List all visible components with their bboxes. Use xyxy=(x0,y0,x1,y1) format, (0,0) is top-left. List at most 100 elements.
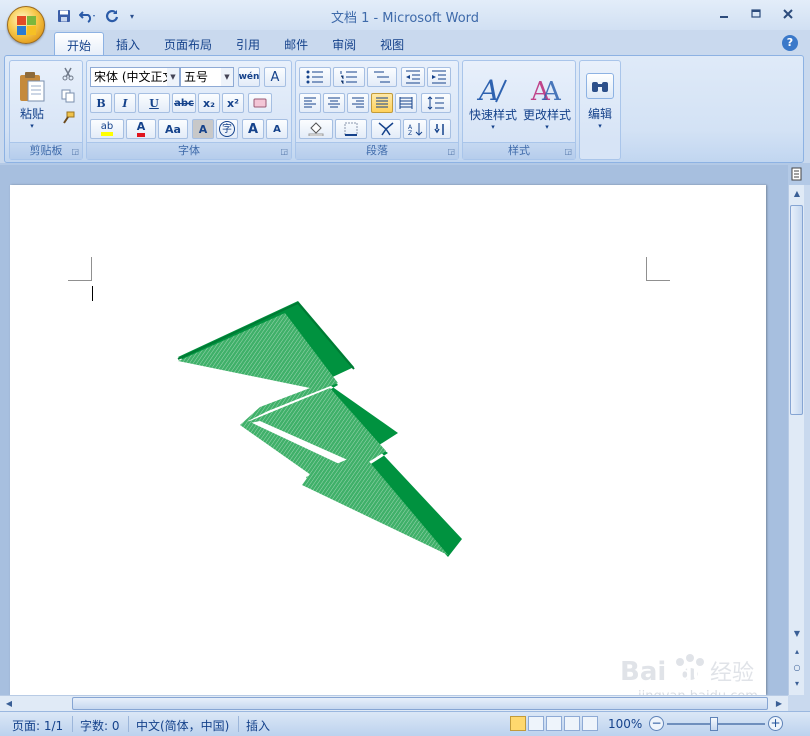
quick-styles-button[interactable]: A 快速样式 ▾ xyxy=(466,63,520,139)
full-screen-reading-view-icon[interactable] xyxy=(528,716,544,731)
underline-button[interactable]: U xyxy=(138,93,170,113)
change-styles-dropdown-icon: ▾ xyxy=(545,122,549,131)
quick-styles-label: 快速样式 xyxy=(468,107,517,122)
shading-button[interactable] xyxy=(299,119,333,139)
maximize-icon[interactable] xyxy=(742,4,770,24)
decrease-indent-button[interactable] xyxy=(401,67,425,87)
change-styles-button[interactable]: AA 更改样式 ▾ xyxy=(520,63,574,139)
paragraph-group: AZ 段落 ◲ xyxy=(295,60,459,160)
font-group-label: 字体 xyxy=(87,142,291,159)
align-center-button[interactable] xyxy=(323,93,345,113)
tab-review[interactable]: 审阅 xyxy=(320,32,368,56)
previous-page-icon[interactable]: ▴ xyxy=(790,645,804,659)
lightning-bolt-shape[interactable] xyxy=(10,185,766,695)
office-button[interactable] xyxy=(7,6,45,44)
bullets-button[interactable] xyxy=(299,67,331,87)
status-page[interactable]: 页面: 1/1 xyxy=(12,717,63,734)
scroll-right-icon[interactable]: ▶ xyxy=(772,697,786,711)
zoom-in-icon[interactable]: + xyxy=(768,716,783,731)
tab-view[interactable]: 视图 xyxy=(368,32,416,56)
styles-launcher-icon[interactable]: ◲ xyxy=(564,147,572,156)
tab-home[interactable]: 开始 xyxy=(54,32,105,56)
tab-insert[interactable]: 插入 xyxy=(104,32,152,56)
align-right-button[interactable] xyxy=(347,93,369,113)
show-marks-button[interactable] xyxy=(429,119,451,139)
font-color-button[interactable]: A xyxy=(126,119,156,139)
zoom-level[interactable]: 100% xyxy=(608,717,642,731)
sort-button[interactable]: AZ xyxy=(403,119,427,139)
subscript-button[interactable]: x₂ xyxy=(198,93,220,113)
view-ruler-icon[interactable] xyxy=(788,167,806,185)
status-insert-mode[interactable]: 插入 xyxy=(246,717,270,734)
change-case-button[interactable]: Aa xyxy=(158,119,188,139)
scroll-up-icon[interactable]: ▲ xyxy=(790,187,804,201)
zoom-out-icon[interactable]: − xyxy=(649,716,664,731)
highlight-button[interactable]: ab xyxy=(90,119,124,139)
phonetic-guide-button[interactable]: wén xyxy=(238,67,260,87)
clipboard-launcher-icon[interactable]: ◲ xyxy=(71,147,79,156)
ribbon-tabs: 开始 插入 页面布局 引用 邮件 审阅 视图 xyxy=(54,32,416,56)
char-border-button[interactable]: A xyxy=(264,67,286,87)
multilevel-list-button[interactable] xyxy=(367,67,397,87)
numbering-button[interactable] xyxy=(333,67,365,87)
close-icon[interactable] xyxy=(774,4,802,24)
editing-button[interactable]: 编辑 ▾ xyxy=(582,63,618,139)
increase-indent-button[interactable] xyxy=(427,67,451,87)
horizontal-scroll-thumb[interactable] xyxy=(72,697,768,710)
borders-button[interactable] xyxy=(335,119,367,139)
help-icon[interactable]: ? xyxy=(782,35,798,51)
increase-indent-icon xyxy=(432,70,446,84)
font-launcher-icon[interactable]: ◲ xyxy=(280,147,288,156)
copy-icon[interactable] xyxy=(58,87,78,105)
shrink-font-button[interactable]: A xyxy=(266,119,288,139)
horizontal-scrollbar[interactable]: ◀ ▶ xyxy=(0,695,788,711)
tab-mailings[interactable]: 邮件 xyxy=(272,32,320,56)
browse-object-icon[interactable]: ○ xyxy=(790,661,804,675)
font-name-combo[interactable]: 宋体 (中文正文 ▼ xyxy=(90,67,180,87)
strikethrough-button[interactable]: abc xyxy=(172,93,196,113)
quick-styles-dropdown-icon: ▾ xyxy=(491,122,495,131)
cut-icon[interactable] xyxy=(58,65,78,83)
status-word-count[interactable]: 字数: 0 xyxy=(80,717,120,734)
vertical-scrollbar[interactable]: ▲ ▼ ▴ ○ ▾ xyxy=(788,185,804,695)
bold-button[interactable]: B xyxy=(90,93,112,113)
zoom-slider-thumb[interactable] xyxy=(710,717,718,731)
grow-font-button[interactable]: A xyxy=(242,119,264,139)
tab-references[interactable]: 引用 xyxy=(224,32,272,56)
next-page-icon[interactable]: ▾ xyxy=(790,677,804,691)
scroll-left-icon[interactable]: ◀ xyxy=(2,697,16,711)
superscript-button[interactable]: x² xyxy=(222,93,244,113)
align-left-button[interactable] xyxy=(299,93,321,113)
decrease-indent-icon xyxy=(406,70,420,84)
tab-page-layout[interactable]: 页面布局 xyxy=(152,32,224,56)
enclose-char-button[interactable]: 字 xyxy=(216,119,238,139)
format-painter-icon[interactable] xyxy=(58,109,78,127)
align-right-icon xyxy=(352,97,364,108)
status-separator xyxy=(128,716,129,732)
line-spacing-button[interactable] xyxy=(421,93,451,113)
status-language[interactable]: 中文(简体，中国) xyxy=(136,717,229,734)
justify-button[interactable] xyxy=(371,93,393,113)
asian-layout-icon xyxy=(378,122,394,136)
paste-icon xyxy=(20,71,45,101)
clear-formatting-button[interactable] xyxy=(248,93,272,113)
paste-button[interactable]: 粘贴 ▾ xyxy=(14,65,50,135)
outline-view-icon[interactable] xyxy=(564,716,580,731)
quick-styles-icon: A xyxy=(476,74,507,106)
distributed-button[interactable] xyxy=(395,93,417,113)
italic-button[interactable]: I xyxy=(114,93,136,113)
watermark-jingyan: 经验 xyxy=(710,661,754,686)
paragraph-launcher-icon[interactable]: ◲ xyxy=(447,147,455,156)
window-title: 文档 1 - Microsoft Word xyxy=(330,11,480,26)
print-layout-view-icon[interactable] xyxy=(510,716,526,731)
align-center-icon xyxy=(328,97,340,108)
draft-view-icon[interactable] xyxy=(582,716,598,731)
web-layout-view-icon[interactable] xyxy=(546,716,562,731)
document-page[interactable]: Bai du 经验 jingyan.baidu.com xyxy=(10,185,766,704)
minimize-icon[interactable] xyxy=(710,4,738,24)
font-size-combo[interactable]: 五号 ▼ xyxy=(180,67,234,87)
char-shading-button[interactable]: A xyxy=(192,119,214,139)
vertical-scroll-thumb[interactable] xyxy=(790,205,803,415)
scroll-down-icon[interactable]: ▼ xyxy=(790,627,804,641)
asian-layout-button[interactable] xyxy=(371,119,401,139)
